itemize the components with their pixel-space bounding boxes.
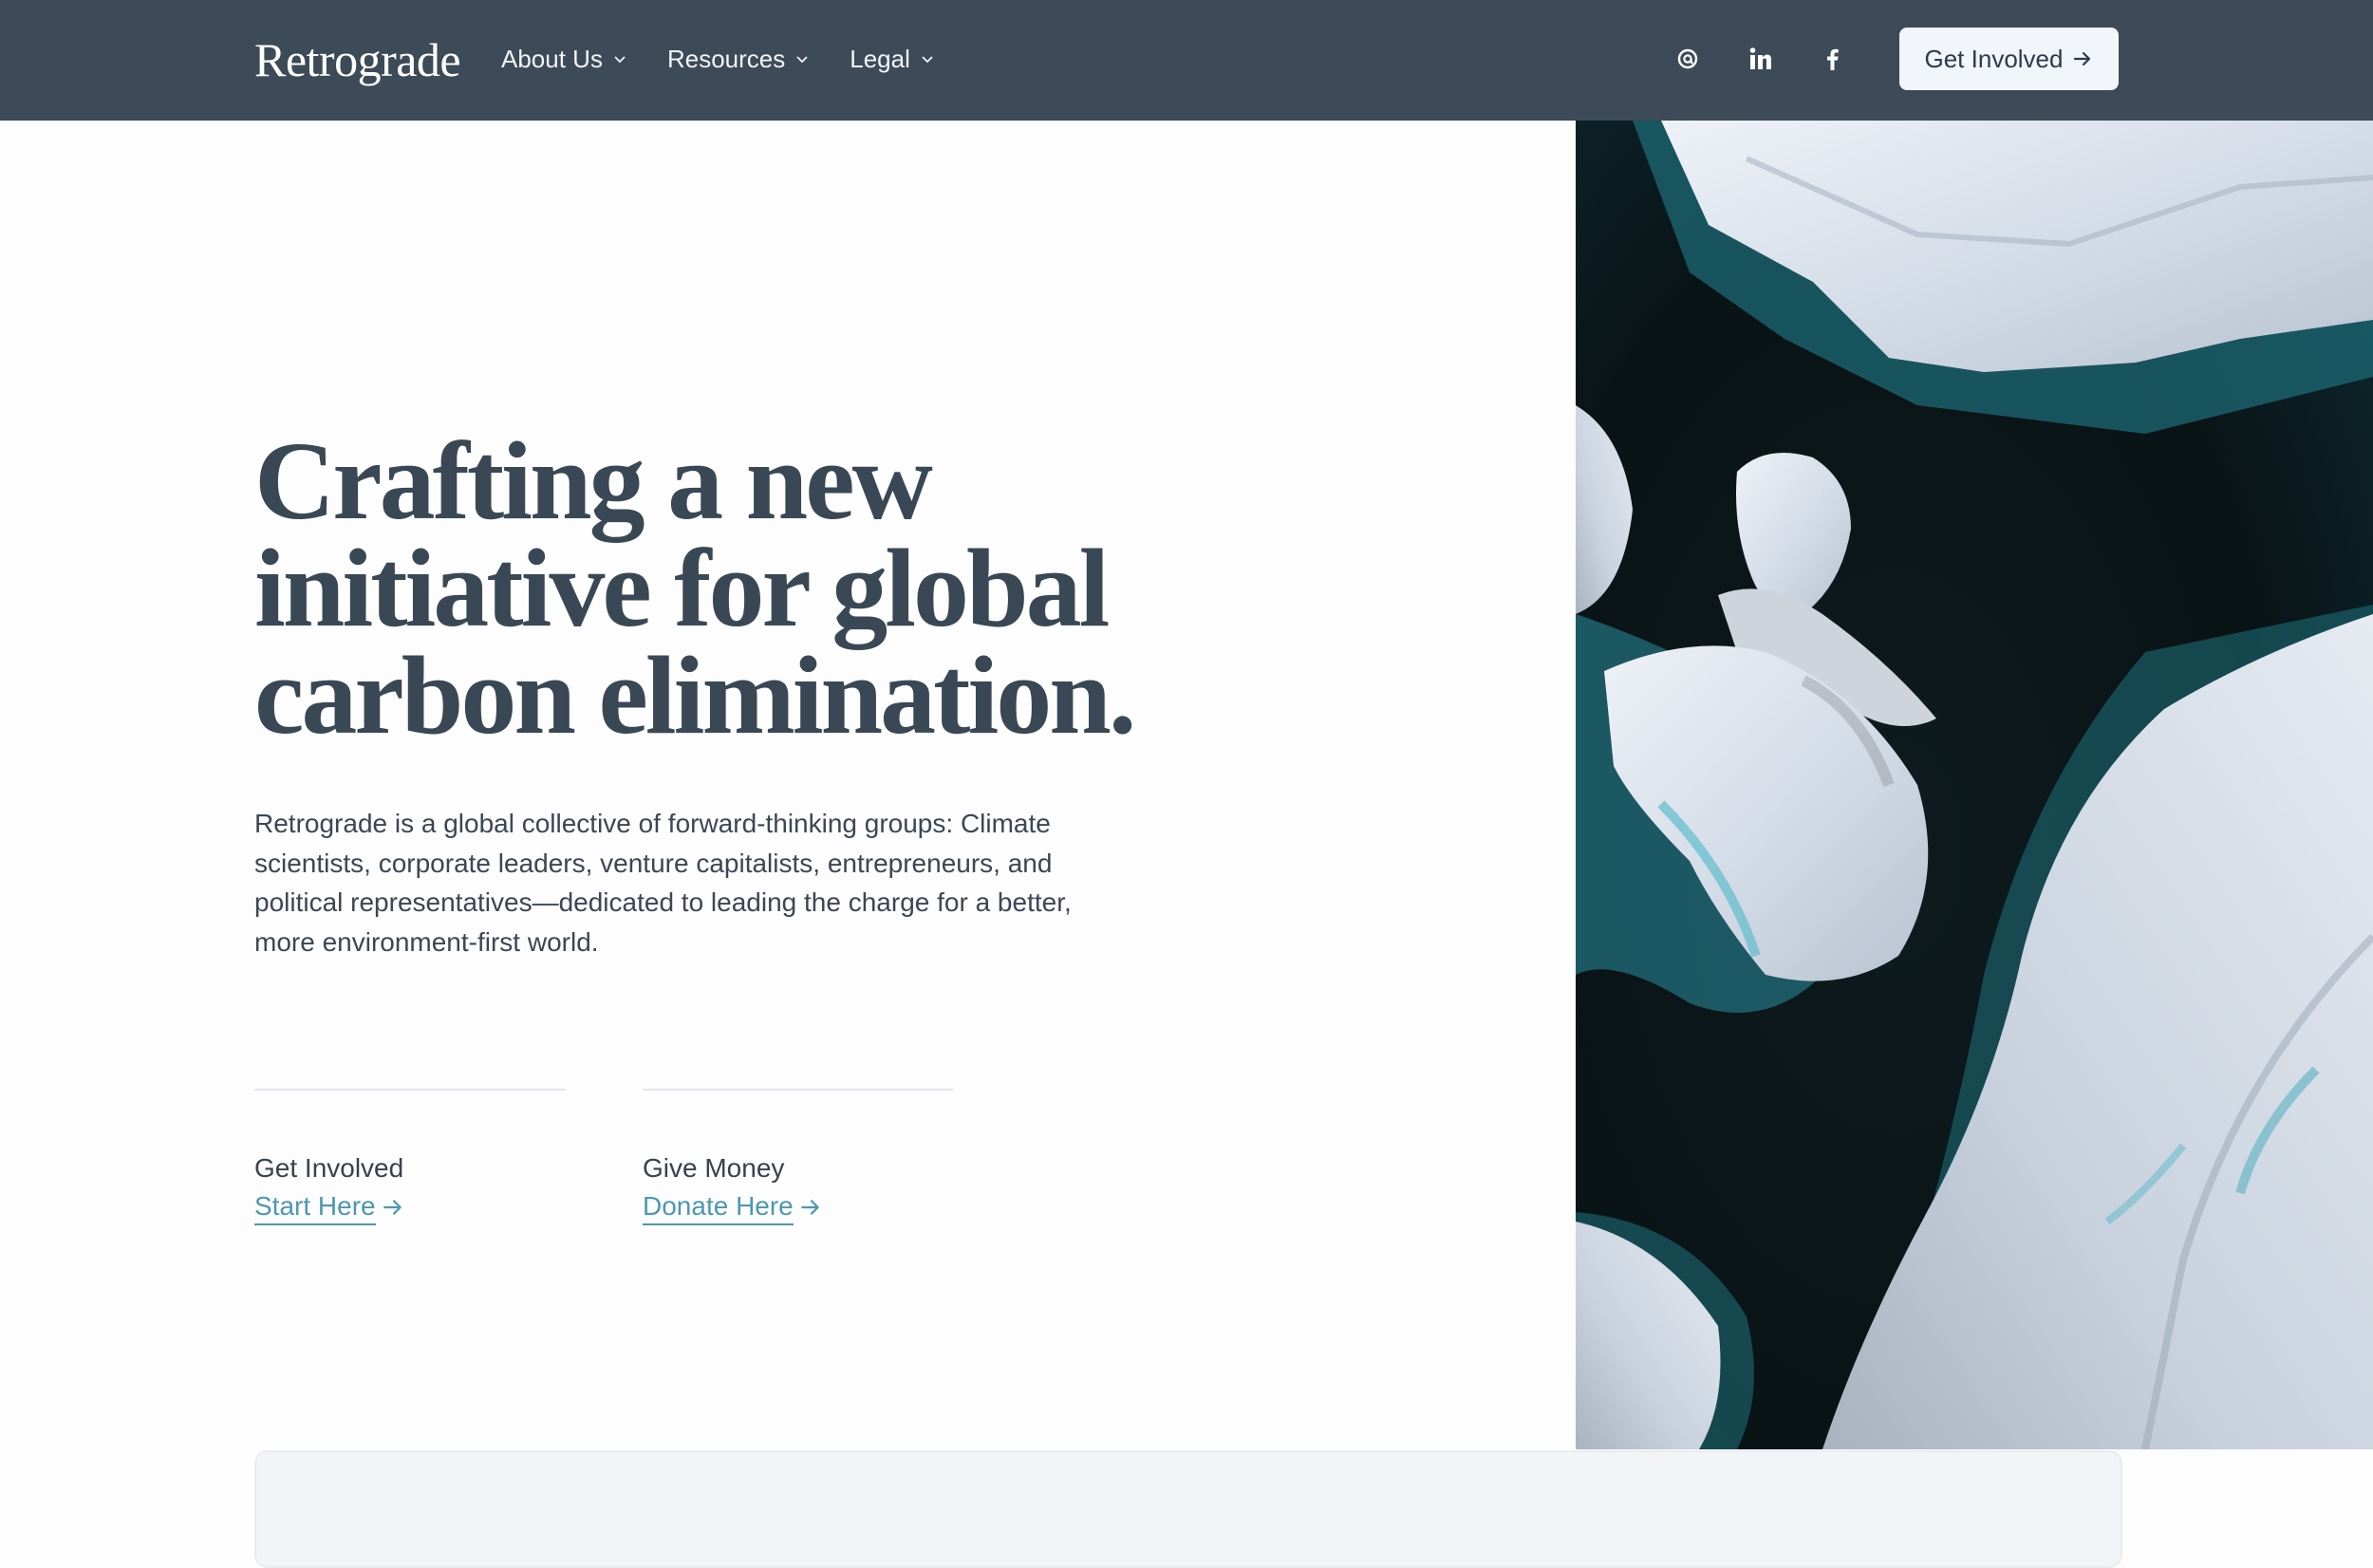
headline-line: carbon elimination. <box>254 633 1136 757</box>
linkedin-icon[interactable] <box>1742 40 1780 78</box>
headline-line: Crafting a new <box>254 419 933 543</box>
divider <box>643 1089 954 1091</box>
facebook-icon[interactable] <box>1814 40 1852 78</box>
menu-item-about-us[interactable]: About Us <box>501 44 627 74</box>
divider <box>254 1089 566 1091</box>
chevron-down-icon <box>796 56 808 64</box>
top-navigation-bar: Retrograde About Us Resources Legal Get … <box>0 0 2373 121</box>
iceberg-illustration <box>1576 121 2373 1449</box>
main-menu: About Us Resources Legal <box>501 44 935 74</box>
get-involved-button[interactable]: Get Involved <box>1899 28 2119 90</box>
arrow-right-icon <box>383 1200 402 1215</box>
start-here-link[interactable]: Start Here <box>254 1189 404 1225</box>
bottom-feature-card <box>254 1450 2122 1568</box>
action-title: Give Money <box>643 1153 785 1183</box>
chevron-down-icon <box>614 56 626 64</box>
arrow-right-icon <box>800 1200 819 1215</box>
arrow-right-icon <box>2074 51 2091 66</box>
menu-item-label: About Us <box>501 45 603 73</box>
hero-intro-paragraph: Retrograde is a global collective of for… <box>254 809 1072 957</box>
get-involved-action: Get Involved Start Here <box>254 1089 566 1225</box>
action-title: Get Involved <box>254 1153 404 1183</box>
aerial-icebergs-photo <box>1576 121 2373 1449</box>
hero-headline: Crafting a new initiative for global car… <box>254 419 1204 757</box>
brand-logo[interactable]: Retrograde <box>254 31 461 88</box>
chevron-down-icon <box>922 56 933 64</box>
menu-item-label: Legal <box>850 45 910 73</box>
headline-line: initiative for global <box>254 526 1110 650</box>
menu-item-label: Resources <box>666 45 786 73</box>
menu-item-resources[interactable]: Resources <box>667 44 810 74</box>
link-label: Start Here <box>254 1189 376 1225</box>
link-label: Donate Here <box>643 1189 794 1225</box>
get-involved-button-label: Get Involved <box>1924 44 2064 73</box>
threads-icon[interactable] <box>1669 40 1707 78</box>
give-money-action: Give Money Donate Here <box>643 1089 954 1225</box>
menu-item-legal[interactable]: Legal <box>850 44 935 74</box>
donate-here-link[interactable]: Donate Here <box>643 1189 822 1225</box>
